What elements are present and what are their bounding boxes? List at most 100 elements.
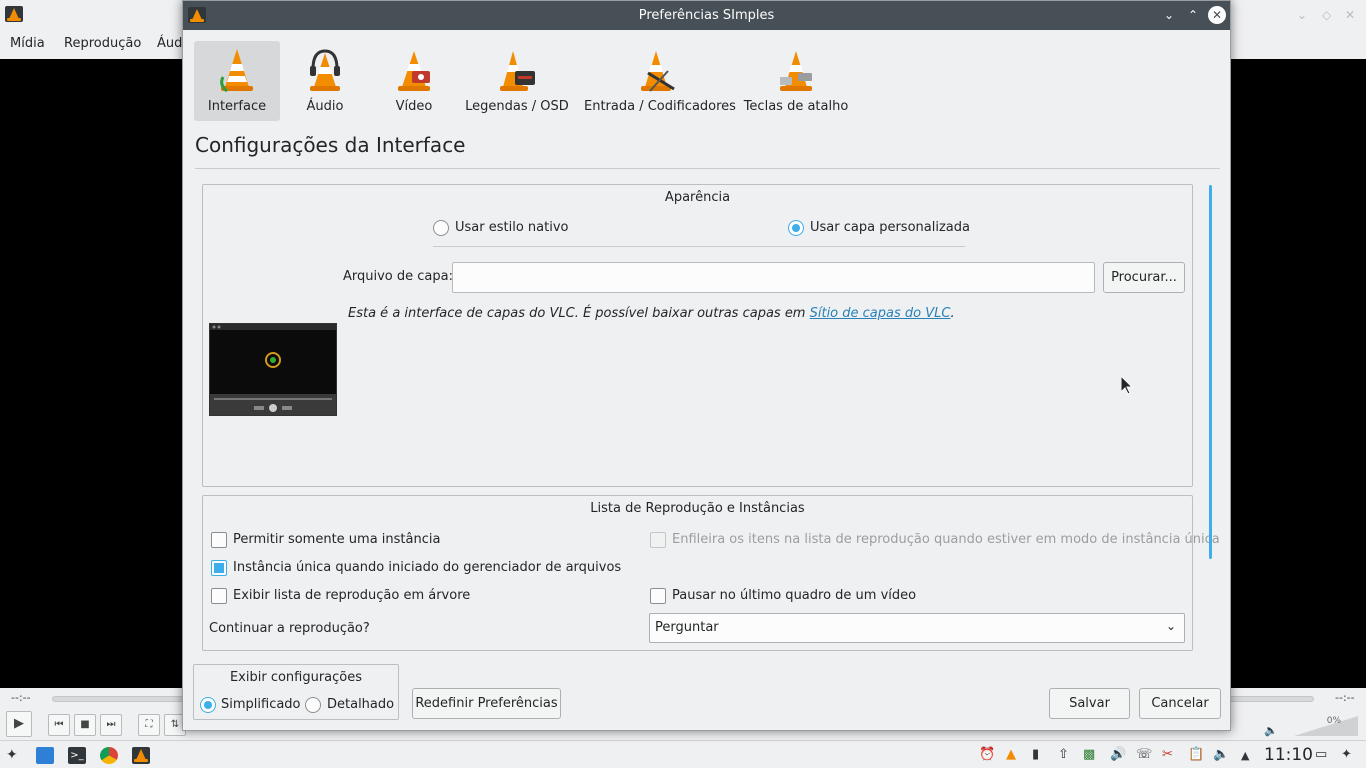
resume-label: Continuar a reprodução?	[209, 621, 370, 636]
category-label: Legendas / OSD	[465, 99, 569, 114]
minimize-icon[interactable]: ⌄	[1160, 6, 1178, 24]
volume-tray-icon[interactable]: 🔈	[1213, 747, 1229, 762]
menu-playback[interactable]: Reprodução	[64, 36, 141, 51]
skins-website-link[interactable]: Sítio de capas do VLC	[810, 306, 951, 321]
skin-file-label: Arquivo de capa:	[343, 269, 453, 284]
volume-speaker-icon[interactable]: 🔈	[1264, 724, 1278, 737]
playlist-instances-group: Lista de Reprodução e Instâncias Permiti…	[202, 495, 1220, 651]
remaining-time: --:--	[1335, 691, 1355, 704]
play-icon[interactable]: ▶	[6, 711, 32, 737]
audio-headphones-cone-icon	[305, 47, 345, 95]
simple-label[interactable]: Simplificado	[221, 697, 301, 712]
scrollbar[interactable]	[1209, 185, 1212, 559]
vlc-app-icon	[5, 6, 23, 22]
enqueue-checkbox	[650, 532, 666, 548]
detailed-radio[interactable]	[305, 697, 321, 713]
taskbar: ✦ >_ ⏰ ▲ ▮ ⇧ ▩ 🔊 ☏ ✂ 📋 🔈 ▲ 11:10 ▭ ✦	[0, 740, 1366, 768]
resume-playback-select[interactable]: Perguntar ⌄	[649, 613, 1185, 643]
usb-icon[interactable]: ▮	[1032, 747, 1039, 762]
audio-tray-icon[interactable]: 🔊	[1110, 747, 1126, 762]
input-codecs-cone-icon	[638, 47, 678, 95]
vlc-tray-icon[interactable]: ▲	[1006, 747, 1016, 762]
clipboard-icon[interactable]: 📋	[1188, 747, 1204, 762]
dialog-title: Preferências SImples	[638, 8, 775, 23]
category-label: Vídeo	[395, 99, 433, 114]
app-launcher-icon[interactable]: ✦	[6, 747, 18, 763]
category-label: Interface	[207, 99, 267, 114]
one-instance-checkbox[interactable]	[211, 532, 227, 548]
detailed-label[interactable]: Detalhado	[327, 697, 394, 712]
native-style-label[interactable]: Usar estilo nativo	[455, 220, 568, 235]
category-label: Teclas de atalho	[743, 99, 849, 114]
skin-file-input[interactable]	[452, 262, 1095, 293]
reset-preferences-button[interactable]: Redefinir Preferências	[412, 688, 561, 719]
close-icon[interactable]: ✕	[1208, 6, 1226, 24]
browse-button[interactable]: Procurar...	[1103, 262, 1185, 293]
menu-audio[interactable]: Áud	[157, 36, 182, 51]
tray-expand-icon[interactable]: ▲	[1241, 749, 1249, 762]
skin-note-suffix: .	[950, 306, 955, 321]
skin-note-text: Esta é a interface de capas do VLC. É po…	[348, 306, 810, 321]
one-instance-fm-checkbox[interactable]	[211, 560, 227, 576]
alarm-icon[interactable]: ⏰	[979, 747, 995, 762]
custom-skin-label[interactable]: Usar capa personalizada	[810, 220, 970, 235]
browser-icon[interactable]	[100, 747, 118, 764]
section-divider	[195, 168, 1220, 169]
category-audio[interactable]: Áudio	[283, 41, 367, 121]
category-label: Entrada / Codificadores	[584, 99, 736, 114]
vlc-close-icon[interactable]: ✕	[1345, 8, 1355, 22]
elapsed-time: --:--	[11, 691, 31, 704]
previous-icon[interactable]: ⏮	[48, 714, 70, 736]
subtitles-cone-icon	[497, 47, 537, 95]
category-video[interactable]: Vídeo	[372, 41, 456, 121]
show-settings-group: Exibir configurações Simplificado Detalh…	[193, 664, 399, 720]
pause-last-frame-label[interactable]: Pausar no último quadro de um vídeo	[672, 588, 916, 603]
custom-skin-radio[interactable]	[788, 220, 804, 236]
interface-cone-icon	[217, 47, 257, 95]
save-button[interactable]: Salvar	[1049, 688, 1130, 719]
terminal-icon[interactable]: >_	[68, 747, 86, 764]
stop-icon[interactable]: ■	[74, 714, 96, 736]
category-subtitles[interactable]: Legendas / OSD	[461, 41, 573, 121]
screenshot-icon[interactable]: ✂	[1162, 747, 1173, 762]
dialog-titlebar[interactable]: Preferências SImples ⌄ ⌃ ✕	[183, 1, 1230, 30]
system-monitor-icon[interactable]: ▩	[1083, 747, 1095, 762]
category-label: Áudio	[306, 99, 344, 114]
tree-playlist-checkbox[interactable]	[211, 588, 227, 604]
desktop-pin-icon[interactable]: ✦	[1341, 747, 1352, 762]
file-manager-icon[interactable]	[36, 747, 54, 764]
simple-radio[interactable]	[200, 697, 216, 713]
vlc-taskbar-icon[interactable]	[132, 747, 150, 764]
vlc-maximize-icon[interactable]: ◇	[1322, 8, 1331, 22]
enqueue-label: Enfileira os itens na lista de reproduçã…	[672, 532, 1220, 547]
category-interface[interactable]: Interface	[194, 41, 280, 121]
video-cone-icon	[394, 47, 434, 95]
show-settings-title: Exibir configurações	[229, 670, 363, 685]
skin-note: Esta é a interface de capas do VLC. É po…	[348, 306, 955, 321]
vlc-minimize-icon[interactable]: ⌄	[1297, 8, 1307, 22]
appearance-group: Aparência Usar estilo nativo Usar capa p…	[202, 184, 1193, 487]
menu-media[interactable]: Mídia	[10, 36, 45, 51]
hotkeys-cone-icon	[776, 47, 816, 95]
show-desktop-icon[interactable]: ▭	[1315, 747, 1327, 762]
next-icon[interactable]: ⏭	[100, 714, 122, 736]
pause-last-frame-checkbox[interactable]	[650, 588, 666, 604]
fullscreen-icon[interactable]: ⛶	[138, 714, 160, 736]
preferences-dialog: Preferências SImples ⌄ ⌃ ✕ Interface Áud…	[182, 0, 1231, 731]
cancel-button[interactable]: Cancelar	[1139, 688, 1221, 719]
chevron-down-icon: ⌄	[1165, 619, 1176, 633]
one-instance-fm-label[interactable]: Instância única quando iniciado do geren…	[233, 560, 621, 575]
updates-icon[interactable]: ⇧	[1058, 747, 1069, 762]
volume-value: 0%	[1326, 716, 1341, 726]
category-hotkeys[interactable]: Teclas de atalho	[741, 41, 851, 121]
category-input-codecs[interactable]: Entrada / Codificadores	[584, 41, 736, 121]
radio-divider	[433, 246, 965, 247]
native-style-radio[interactable]	[433, 220, 449, 236]
clock[interactable]: 11:10	[1264, 745, 1313, 765]
one-instance-label[interactable]: Permitir somente uma instância	[233, 532, 440, 547]
skin-preview-image	[209, 323, 337, 416]
kde-connect-icon[interactable]: ☏	[1136, 747, 1152, 762]
mouse-cursor-icon	[1121, 376, 1133, 395]
tree-playlist-label[interactable]: Exibir lista de reprodução em árvore	[233, 588, 470, 603]
maximize-icon[interactable]: ⌃	[1184, 6, 1202, 24]
